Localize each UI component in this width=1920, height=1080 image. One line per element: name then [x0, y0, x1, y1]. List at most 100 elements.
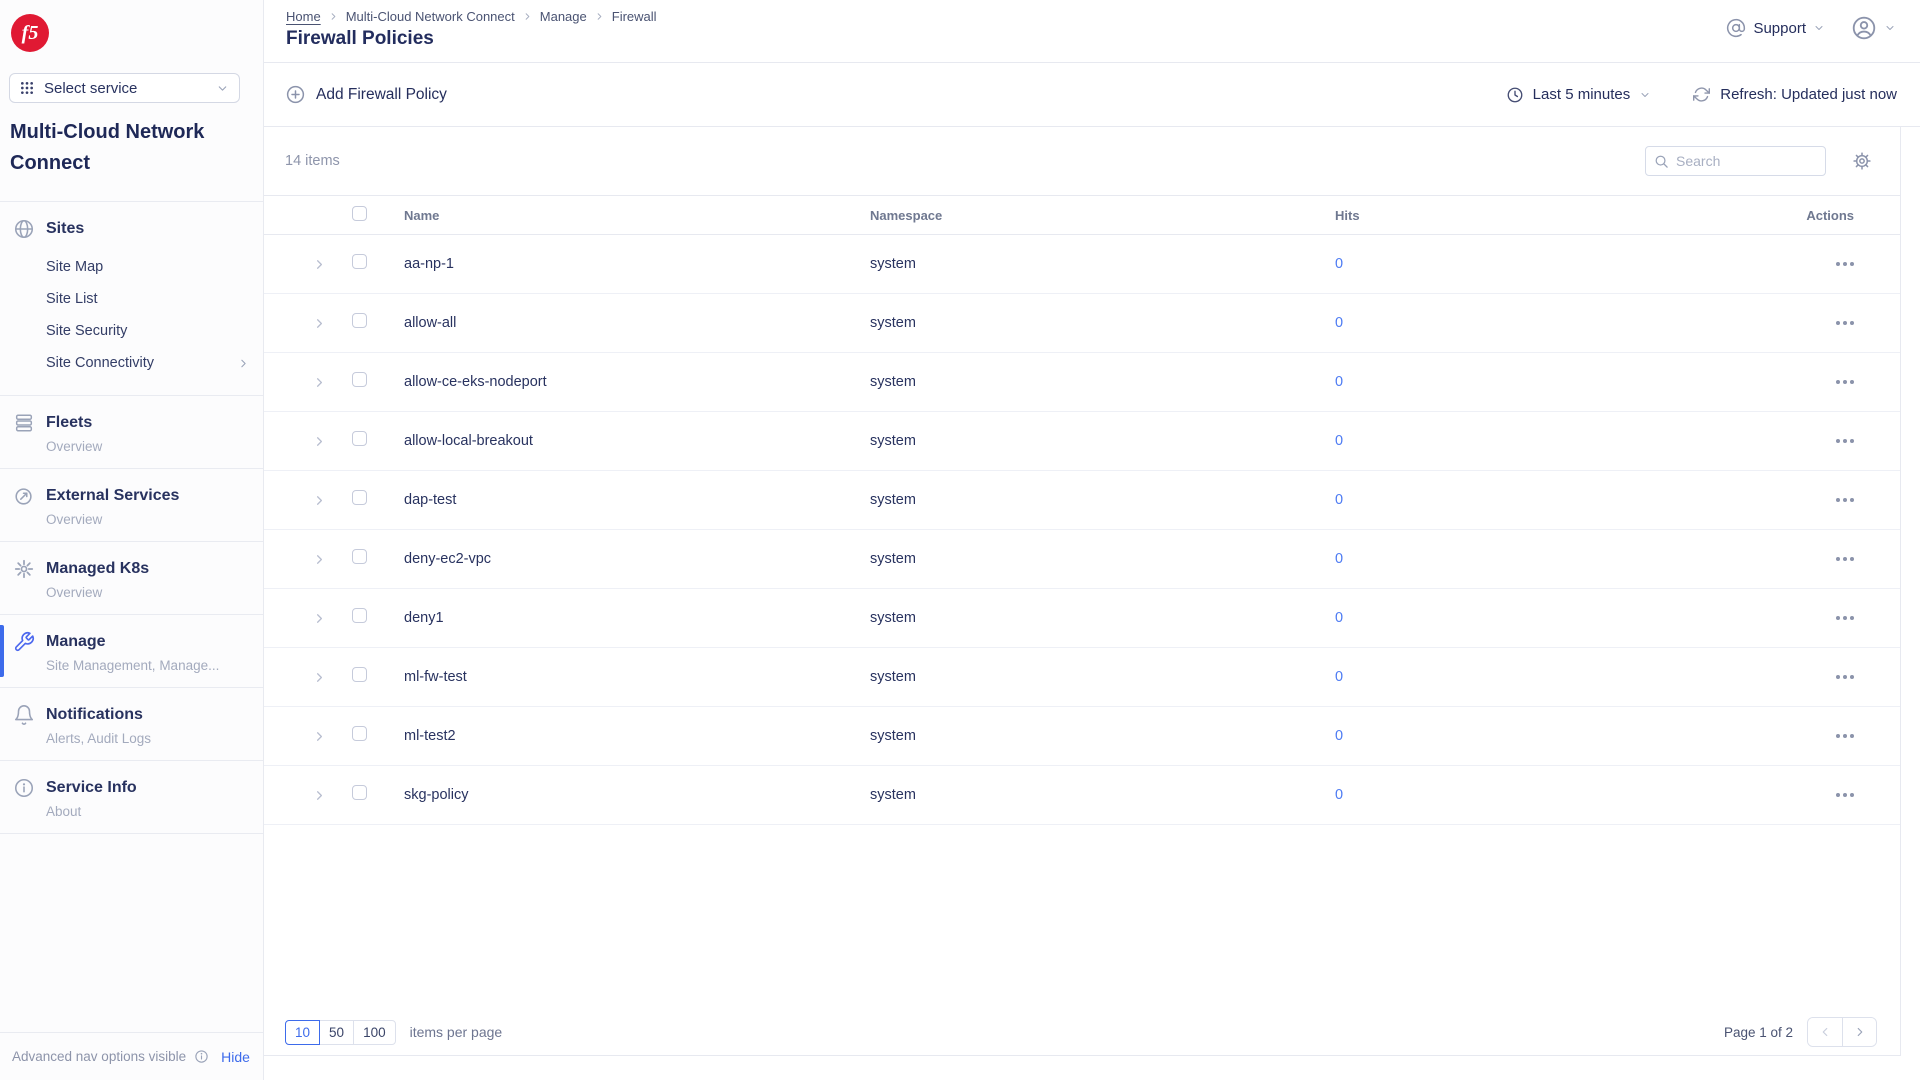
- sidebar-item-site-connectivity[interactable]: Site Connectivity: [46, 347, 263, 379]
- sidebar-item-fleets[interactable]: Fleets: [0, 410, 263, 436]
- row-checkbox[interactable]: [352, 785, 367, 800]
- chevron-right-icon: [1857, 1027, 1862, 1037]
- policy-hits-link[interactable]: 0: [1335, 492, 1343, 508]
- policy-name: dap-test: [404, 492, 457, 508]
- row-expand-icon[interactable]: [312, 611, 327, 626]
- row-actions-menu[interactable]: [1704, 498, 1854, 502]
- policy-namespace: system: [870, 315, 916, 331]
- plus-circle-icon: [285, 84, 306, 105]
- fleets-label: Fleets: [46, 414, 93, 431]
- policy-hits-link[interactable]: 0: [1335, 256, 1343, 272]
- breadcrumb-firewall[interactable]: Firewall: [612, 9, 657, 24]
- manage-subtitle: Site Management, Manage...: [46, 658, 220, 673]
- row-actions-menu[interactable]: [1704, 380, 1854, 384]
- apps-grid-icon: [19, 80, 35, 96]
- breadcrumb-home[interactable]: Home: [286, 9, 321, 24]
- row-expand-icon[interactable]: [312, 375, 327, 390]
- row-actions-menu[interactable]: [1704, 439, 1854, 443]
- policy-hits-link[interactable]: 0: [1335, 610, 1343, 626]
- refresh-button[interactable]: Refresh: Updated just now: [1693, 86, 1897, 103]
- service-title: Multi-Cloud Network Connect: [10, 121, 205, 174]
- breadcrumb-separator-icon: [597, 13, 602, 20]
- table-row: skg-policy system 0: [264, 766, 1900, 825]
- hide-advanced-nav-link[interactable]: Hide: [221, 1049, 250, 1065]
- row-expand-icon[interactable]: [312, 729, 327, 744]
- sidebar-item-sites[interactable]: Sites: [0, 216, 263, 242]
- f5-logo[interactable]: f5: [11, 14, 49, 52]
- row-expand-icon[interactable]: [312, 493, 327, 508]
- page-size-100-button[interactable]: 100: [353, 1019, 396, 1045]
- row-expand-icon[interactable]: [312, 788, 327, 803]
- row-checkbox[interactable]: [352, 490, 367, 505]
- policy-hits-link[interactable]: 0: [1335, 728, 1343, 744]
- external-services-label: External Services: [46, 487, 180, 504]
- nav-group-managed-k8s: Managed K8s Overview: [0, 541, 263, 614]
- row-checkbox[interactable]: [352, 726, 367, 741]
- sidebar-footer: Advanced nav options visible Hide: [0, 1032, 263, 1080]
- row-actions-menu[interactable]: [1704, 734, 1854, 738]
- policy-hits-link[interactable]: 0: [1335, 787, 1343, 803]
- row-actions-menu[interactable]: [1704, 793, 1854, 797]
- sidebar-item-site-security[interactable]: Site Security: [46, 315, 263, 347]
- row-checkbox[interactable]: [352, 667, 367, 682]
- row-expand-icon[interactable]: [312, 316, 327, 331]
- fleets-subtitle: Overview: [46, 439, 103, 454]
- row-checkbox[interactable]: [352, 549, 367, 564]
- page-size-10-button[interactable]: 10: [285, 1019, 321, 1045]
- row-actions-menu[interactable]: [1704, 616, 1854, 620]
- row-expand-icon[interactable]: [312, 434, 327, 449]
- nav-group-fleets: Fleets Overview: [0, 395, 263, 468]
- managed-k8s-label: Managed K8s: [46, 560, 150, 577]
- support-menu[interactable]: Support: [1726, 18, 1825, 38]
- column-header-name[interactable]: Name: [404, 208, 870, 223]
- row-checkbox[interactable]: [352, 431, 367, 446]
- policy-hits-link[interactable]: 0: [1335, 433, 1343, 449]
- globe-icon: [13, 218, 35, 240]
- chevron-down-icon: [216, 82, 229, 95]
- policy-hits-link[interactable]: 0: [1335, 551, 1343, 567]
- sidebar-item-site-list[interactable]: Site List: [46, 283, 263, 315]
- row-expand-icon[interactable]: [312, 670, 327, 685]
- nav-group-sites: Sites Site Map Site List Site Security S…: [0, 201, 263, 395]
- user-menu[interactable]: [1851, 15, 1896, 41]
- select-service-dropdown[interactable]: Select service: [9, 73, 240, 103]
- row-checkbox[interactable]: [352, 254, 367, 269]
- breadcrumb-manage[interactable]: Manage: [540, 9, 587, 24]
- breadcrumb: Home Multi-Cloud Network Connect Manage …: [286, 9, 657, 24]
- row-checkbox[interactable]: [352, 372, 367, 387]
- column-header-hits[interactable]: Hits: [1335, 208, 1704, 223]
- page-size-50-button[interactable]: 50: [319, 1019, 355, 1045]
- policy-namespace: system: [870, 256, 916, 272]
- policy-name: allow-all: [404, 315, 457, 331]
- row-expand-icon[interactable]: [312, 552, 327, 567]
- row-actions-menu[interactable]: [1704, 321, 1854, 325]
- row-checkbox[interactable]: [352, 608, 367, 623]
- policy-hits-link[interactable]: 0: [1335, 374, 1343, 390]
- sidebar-item-external-services[interactable]: External Services: [0, 483, 263, 509]
- time-range-selector[interactable]: Last 5 minutes: [1506, 86, 1652, 104]
- row-checkbox[interactable]: [352, 313, 367, 328]
- table-settings-gear-icon[interactable]: [1852, 151, 1872, 171]
- previous-page-button[interactable]: [1808, 1018, 1842, 1046]
- row-actions-menu[interactable]: [1704, 557, 1854, 561]
- row-actions-menu[interactable]: [1704, 675, 1854, 679]
- sidebar-item-service-info[interactable]: Service Info: [0, 775, 263, 801]
- column-header-namespace[interactable]: Namespace: [870, 208, 1335, 223]
- row-expand-icon[interactable]: [312, 257, 327, 272]
- add-firewall-policy-button[interactable]: Add Firewall Policy: [285, 84, 447, 105]
- row-actions-menu[interactable]: [1704, 262, 1854, 266]
- next-page-button[interactable]: [1842, 1018, 1876, 1046]
- sidebar-item-managed-k8s[interactable]: Managed K8s: [0, 556, 263, 582]
- policy-hits-link[interactable]: 0: [1335, 315, 1343, 331]
- sidebar-item-site-map[interactable]: Site Map: [46, 251, 263, 283]
- sidebar-item-notifications[interactable]: Notifications: [0, 702, 263, 728]
- breadcrumb-service[interactable]: Multi-Cloud Network Connect: [346, 9, 515, 24]
- bell-icon: [13, 704, 35, 726]
- notifications-subtitle: Alerts, Audit Logs: [46, 731, 152, 746]
- service-info-label: Service Info: [46, 779, 137, 796]
- select-all-checkbox[interactable]: [352, 206, 367, 221]
- sidebar-item-manage[interactable]: Manage: [0, 629, 263, 655]
- ellipsis-icon: [1836, 380, 1840, 384]
- policy-hits-link[interactable]: 0: [1335, 669, 1343, 685]
- search-input[interactable]: [1676, 153, 1817, 169]
